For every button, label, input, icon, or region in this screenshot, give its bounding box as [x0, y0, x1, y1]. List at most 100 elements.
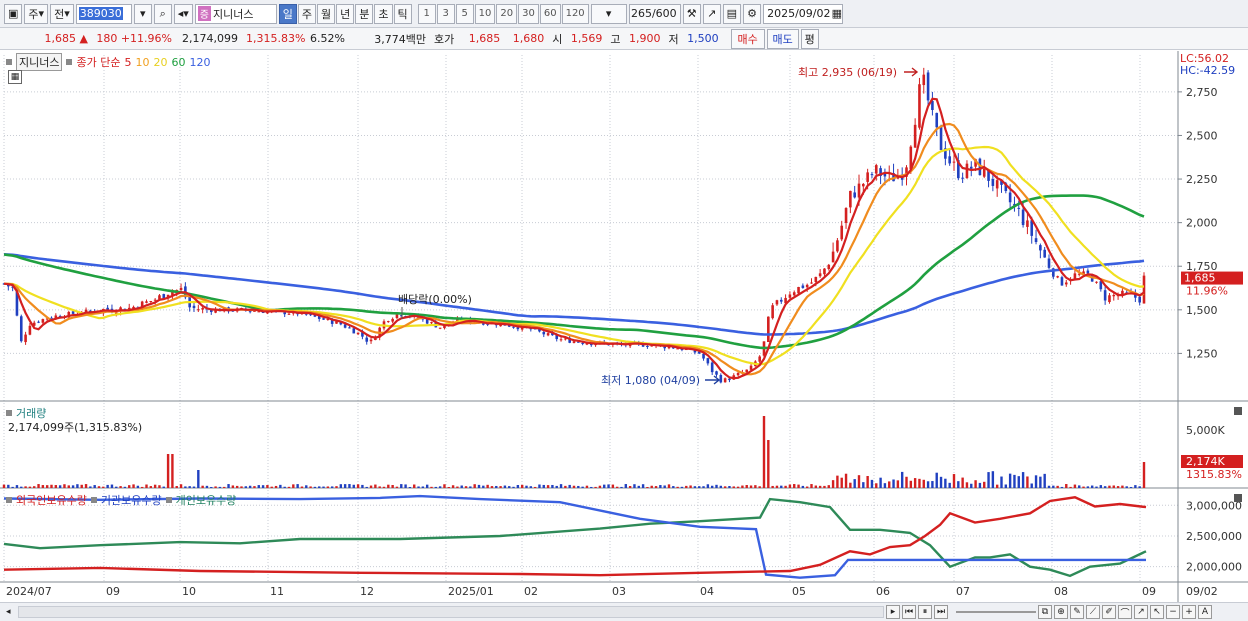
ma120-legend[interactable]: 120 — [189, 56, 210, 69]
individual-holdings-legend[interactable]: 개인보유수량 — [176, 492, 237, 508]
magnet-tool-icon[interactable]: ⌒ — [1118, 605, 1132, 619]
y-tick-label: 2,250 — [1186, 173, 1218, 186]
ma5-legend[interactable]: 5 — [124, 56, 131, 69]
ma10-legend[interactable]: 10 — [135, 56, 149, 69]
candle-body — [913, 124, 917, 148]
stock-name-box[interactable]: 증 지니너스 — [194, 3, 277, 24]
volume-bar — [905, 476, 908, 488]
zoom-slider[interactable] — [956, 611, 1036, 613]
interval-button-20[interactable]: 20 — [496, 3, 518, 24]
holders-y-tick: 3,000,000 — [1186, 499, 1242, 512]
volume-bar — [352, 484, 355, 488]
volume-bar — [240, 486, 243, 488]
volume-bar — [400, 484, 403, 488]
volume-bar — [620, 486, 623, 488]
volume-bar — [581, 486, 584, 488]
volume-bar — [866, 475, 869, 488]
search-icon[interactable]: ⌕ — [153, 3, 172, 24]
candle-body — [201, 307, 204, 310]
compare-icon[interactable]: ⧉ — [1038, 605, 1052, 619]
volume-bar — [469, 486, 472, 488]
tool-icon[interactable]: ✎ — [1070, 605, 1084, 619]
volume-bar — [754, 485, 757, 488]
candle-body — [248, 311, 252, 313]
speaker-icon[interactable]: ◂▾ — [173, 3, 193, 24]
volume-bar — [680, 486, 684, 488]
period-tab-2[interactable]: 월 — [317, 3, 336, 24]
indicator-icon[interactable]: ↗ — [702, 3, 721, 24]
volume-bar — [287, 486, 291, 488]
stock-code-input[interactable]: 389030 — [75, 3, 132, 24]
ma20-legend[interactable]: 20 — [153, 56, 167, 69]
interval-select[interactable]: ▾ — [590, 3, 627, 24]
volume-bar — [343, 484, 347, 488]
avg-button[interactable]: 평 — [800, 28, 819, 49]
volume-bar — [978, 482, 982, 488]
interval-button-1[interactable]: 1 — [417, 3, 436, 24]
first-page-icon[interactable]: ⏮ — [902, 605, 916, 619]
prev-select[interactable]: 전 ▾ — [50, 3, 74, 24]
screen-menu-icon[interactable]: ▣ — [4, 3, 23, 24]
volume-bar — [814, 485, 818, 488]
interval-button-30[interactable]: 30 — [518, 3, 539, 24]
scroll-right-icon[interactable]: ▸ — [886, 605, 900, 619]
period-tab-6[interactable]: 틱 — [393, 3, 412, 24]
ma60-legend[interactable]: 60 — [171, 56, 185, 69]
interval-button-3[interactable]: 3 — [436, 3, 455, 24]
line-up-icon[interactable]: ↗ — [1134, 605, 1148, 619]
pause-icon[interactable]: ⏸ — [918, 605, 932, 619]
volume-bar — [158, 485, 161, 488]
volume-bar — [248, 485, 252, 488]
interval-button-60[interactable]: 60 — [539, 3, 561, 24]
zoom-in-icon[interactable]: ⊕ — [1054, 605, 1068, 619]
period-tab-3[interactable]: 년 — [336, 3, 355, 24]
interval-button-120[interactable]: 120 — [561, 3, 589, 24]
date-input[interactable]: 2025/09/02 ▦ — [763, 3, 844, 24]
volume-bar — [650, 485, 653, 488]
scrollbar-track[interactable] — [18, 606, 884, 618]
candle-body — [343, 324, 347, 328]
line-tool-icon[interactable]: ⟋ — [1086, 605, 1100, 619]
minus-icon[interactable]: − — [1166, 605, 1180, 619]
candle-body — [512, 326, 515, 328]
type-select[interactable]: 주 ▾ — [24, 3, 49, 24]
chart-tools-icon[interactable]: ⚒ — [682, 3, 701, 24]
period-tab-1[interactable]: 주 — [297, 3, 317, 24]
period-tab-4[interactable]: 분 — [355, 3, 374, 24]
calendar-icon[interactable]: ▦ — [832, 7, 842, 20]
interval-button-5[interactable]: 5 — [455, 3, 474, 24]
sell-button[interactable]: 매도 — [766, 28, 799, 49]
table-icon[interactable]: ▦ — [8, 70, 22, 84]
y-tick-label: 2,500 — [1186, 129, 1218, 142]
legend-marker — [6, 410, 12, 416]
volume-bar — [89, 486, 92, 488]
volume-bar — [171, 454, 174, 488]
x-tick-label: 2025/01 — [448, 585, 494, 598]
volume-bar — [140, 486, 144, 488]
last-page-icon[interactable]: ⏭ — [934, 605, 948, 619]
pen-tool-icon[interactable]: ✐ — [1102, 605, 1116, 619]
count-input[interactable]: 265/600 — [628, 3, 681, 24]
foreign-holdings-legend[interactable]: 외국인보유수량 — [16, 492, 87, 508]
y-tick-label: 2,750 — [1186, 86, 1218, 99]
x-tick-label: 05 — [792, 585, 806, 598]
text-tool-icon[interactable]: A — [1198, 605, 1212, 619]
interval-button-10[interactable]: 10 — [474, 3, 496, 24]
code-dropdown-button[interactable]: ▾ — [133, 3, 152, 24]
period-tab-5[interactable]: 초 — [374, 3, 393, 24]
volume-bar — [849, 482, 852, 488]
volume-bar — [1017, 476, 1020, 488]
plus-icon[interactable]: + — [1182, 605, 1196, 619]
chart-canvas[interactable]: 1,2501,5001,7502,0002,2502,5002,7505,000… — [0, 51, 1248, 604]
pointer-icon[interactable]: ↖ — [1150, 605, 1164, 619]
volume-bar — [382, 486, 386, 488]
stock-legend-label[interactable]: 지니너스 — [16, 53, 63, 71]
volume-bar — [408, 486, 412, 488]
panel-close-icon — [1234, 407, 1242, 415]
scroll-left-icon[interactable]: ◂ — [6, 607, 14, 617]
save-icon[interactable]: ▤ — [722, 3, 742, 24]
gear-icon[interactable]: ⚙ — [743, 3, 762, 24]
institution-holdings-legend[interactable]: 기관보유수량 — [101, 492, 162, 508]
buy-button[interactable]: 매수 — [730, 28, 765, 49]
period-tab-0[interactable]: 일 — [278, 3, 297, 24]
